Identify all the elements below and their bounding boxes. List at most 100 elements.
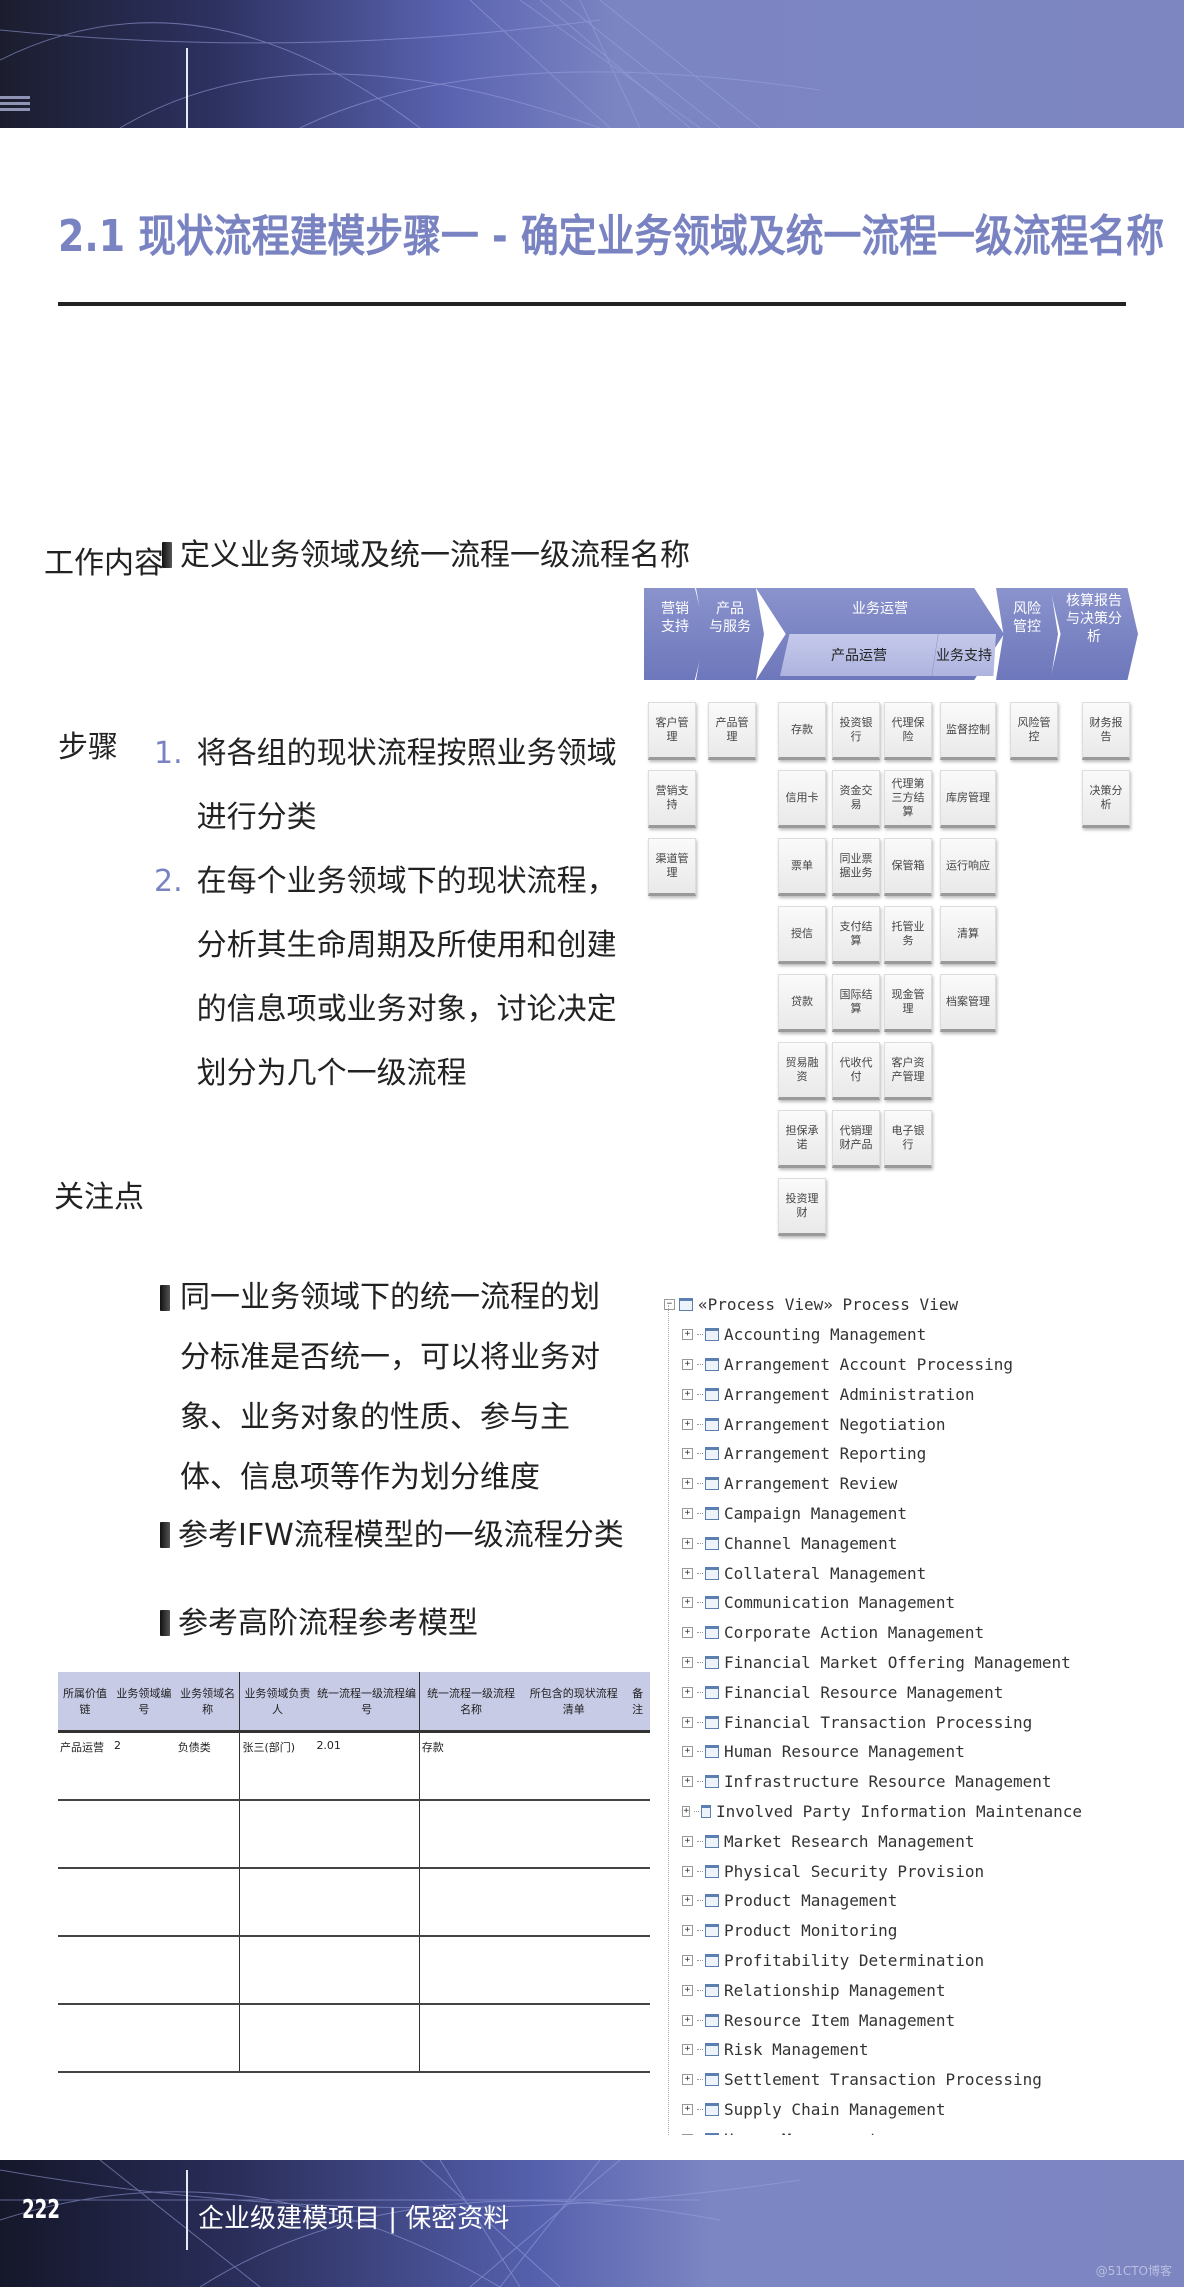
table-cell[interactable] <box>625 1936 650 2005</box>
tree-node[interactable]: + Profitability Determination <box>662 1946 1082 1976</box>
table-cell[interactable] <box>175 1936 240 2005</box>
table-cell[interactable] <box>58 1868 112 1937</box>
table-cell[interactable] <box>239 1936 315 2005</box>
tree-node[interactable]: + Campaign Management <box>662 1499 1082 1529</box>
table-cell[interactable] <box>239 2004 315 2073</box>
tree-node[interactable]: + Channel Management <box>662 1528 1082 1558</box>
tree-node[interactable]: + Human Resource Management <box>662 1737 1082 1767</box>
expand-icon[interactable]: + <box>682 1984 693 1996</box>
tree-node[interactable]: + Arrangement Negotiation <box>662 1409 1082 1439</box>
tree-node[interactable]: + Arrangement Administration <box>662 1379 1082 1409</box>
expand-icon[interactable]: + <box>682 1865 693 1877</box>
expand-icon[interactable]: + <box>682 1329 693 1341</box>
tree-node[interactable]: + Physical Security Provision <box>662 1856 1082 1886</box>
tree-node[interactable]: + Communication Management <box>662 1588 1082 1618</box>
expand-icon[interactable]: + <box>682 2014 693 2026</box>
tree-node-label: Campaign Management <box>724 1503 908 1523</box>
table-cell[interactable] <box>522 2004 626 2073</box>
expand-icon[interactable]: + <box>682 1954 693 1966</box>
expand-icon[interactable]: + <box>682 1776 693 1788</box>
expand-icon[interactable]: + <box>682 2133 693 2135</box>
table-cell[interactable] <box>58 1800 112 1869</box>
table-cell[interactable]: 负债类 <box>175 1731 240 1801</box>
tree-root-node[interactable]: − «Process View» Process View <box>662 1290 1082 1320</box>
expand-icon[interactable]: + <box>682 2044 693 2056</box>
table-cell[interactable] <box>58 2004 112 2073</box>
tree-node[interactable]: + Settlement Transaction Processing <box>662 2065 1082 2095</box>
table-cell[interactable]: 2.01 <box>314 1731 420 1801</box>
tree-node[interactable]: + Usage Management <box>662 2124 1082 2135</box>
table-cell[interactable] <box>625 1868 650 1937</box>
tree-node[interactable]: + Resource Item Management <box>662 2005 1082 2035</box>
expand-icon[interactable]: + <box>682 1448 693 1460</box>
table-cell[interactable] <box>522 1868 626 1937</box>
table-cell[interactable] <box>111 1868 176 1937</box>
table-cell[interactable] <box>111 1936 176 2005</box>
tree-node[interactable]: + Arrangement Reporting <box>662 1439 1082 1469</box>
table-cell[interactable] <box>314 1868 420 1937</box>
expand-icon[interactable]: + <box>682 1537 693 1549</box>
table-cell[interactable] <box>418 2004 523 2073</box>
table-cell[interactable] <box>239 1868 315 1937</box>
expand-icon[interactable]: + <box>682 1716 693 1728</box>
tree-node[interactable]: + Relationship Management <box>662 1975 1082 2005</box>
table-cell[interactable] <box>625 2004 650 2073</box>
table-cell[interactable] <box>418 1800 523 1869</box>
tree-node[interactable]: + Accounting Management <box>662 1320 1082 1350</box>
tree-node[interactable]: + Arrangement Account Processing <box>662 1350 1082 1380</box>
tree-node[interactable]: + Infrastructure Resource Management <box>662 1767 1082 1797</box>
expand-icon[interactable]: + <box>682 1358 693 1370</box>
table-cell[interactable]: 张三(部门) <box>239 1731 315 1801</box>
expand-icon[interactable]: + <box>682 1746 693 1758</box>
table-cell[interactable] <box>175 1800 240 1869</box>
expand-icon[interactable]: + <box>682 1895 693 1907</box>
tree-node[interactable]: + Product Management <box>662 1886 1082 1916</box>
tree-node[interactable]: + Corporate Action Management <box>662 1618 1082 1648</box>
table-cell[interactable] <box>111 2004 176 2073</box>
tree-node[interactable]: + Market Research Management <box>662 1826 1082 1856</box>
table-cell[interactable]: 产品运营 <box>58 1731 112 1801</box>
tree-node[interactable]: + Product Monitoring <box>662 1916 1082 1946</box>
table-cell[interactable] <box>58 1936 112 2005</box>
expand-icon[interactable]: + <box>682 1567 693 1579</box>
tree-node[interactable]: + Risk Management <box>662 2035 1082 2065</box>
table-cell[interactable] <box>175 2004 240 2073</box>
expand-icon[interactable]: + <box>682 1478 693 1490</box>
expand-icon[interactable]: + <box>682 1627 693 1639</box>
tree-node[interactable]: + Supply Chain Management <box>662 2095 1082 2125</box>
table-cell[interactable] <box>625 1800 650 1869</box>
expand-icon[interactable]: + <box>682 1507 693 1519</box>
table-cell[interactable] <box>314 1800 420 1869</box>
table-cell[interactable] <box>522 1800 626 1869</box>
expand-icon[interactable]: + <box>682 2103 693 2115</box>
expand-icon[interactable]: + <box>682 1835 693 1847</box>
table-cell[interactable] <box>175 1868 240 1937</box>
table-cell[interactable] <box>239 1800 315 1869</box>
expand-icon[interactable]: + <box>682 1925 693 1937</box>
tree-node[interactable]: + Arrangement Review <box>662 1469 1082 1499</box>
expand-icon[interactable]: + <box>682 1805 691 1817</box>
tree-node[interactable]: + Financial Market Offering Management <box>662 1648 1082 1678</box>
expand-icon[interactable]: + <box>682 1656 693 1668</box>
table-cell[interactable] <box>522 1936 626 2005</box>
tree-node[interactable]: + Involved Party Information Maintenance <box>662 1797 1082 1827</box>
expand-icon[interactable]: + <box>682 1418 693 1430</box>
table-cell[interactable] <box>418 1936 523 2005</box>
tree-node[interactable]: + Financial Resource Management <box>662 1677 1082 1707</box>
table-cell[interactable]: 存款 <box>418 1731 523 1801</box>
table-cell[interactable] <box>522 1731 626 1801</box>
tree-node[interactable]: + Financial Transaction Processing <box>662 1707 1082 1737</box>
table-cell[interactable] <box>314 2004 420 2073</box>
expand-icon[interactable]: + <box>682 1597 693 1609</box>
collapse-icon[interactable]: − <box>664 1299 675 1311</box>
tree-node[interactable]: + Collateral Management <box>662 1558 1082 1588</box>
table-cell[interactable] <box>314 1936 420 2005</box>
table-row <box>58 1936 650 2005</box>
table-cell[interactable] <box>418 1868 523 1937</box>
table-cell[interactable]: 2 <box>111 1731 176 1801</box>
table-cell[interactable] <box>111 1800 176 1869</box>
expand-icon[interactable]: + <box>682 1388 693 1400</box>
expand-icon[interactable]: + <box>682 1686 693 1698</box>
expand-icon[interactable]: + <box>682 2074 693 2086</box>
table-cell[interactable] <box>625 1731 650 1801</box>
